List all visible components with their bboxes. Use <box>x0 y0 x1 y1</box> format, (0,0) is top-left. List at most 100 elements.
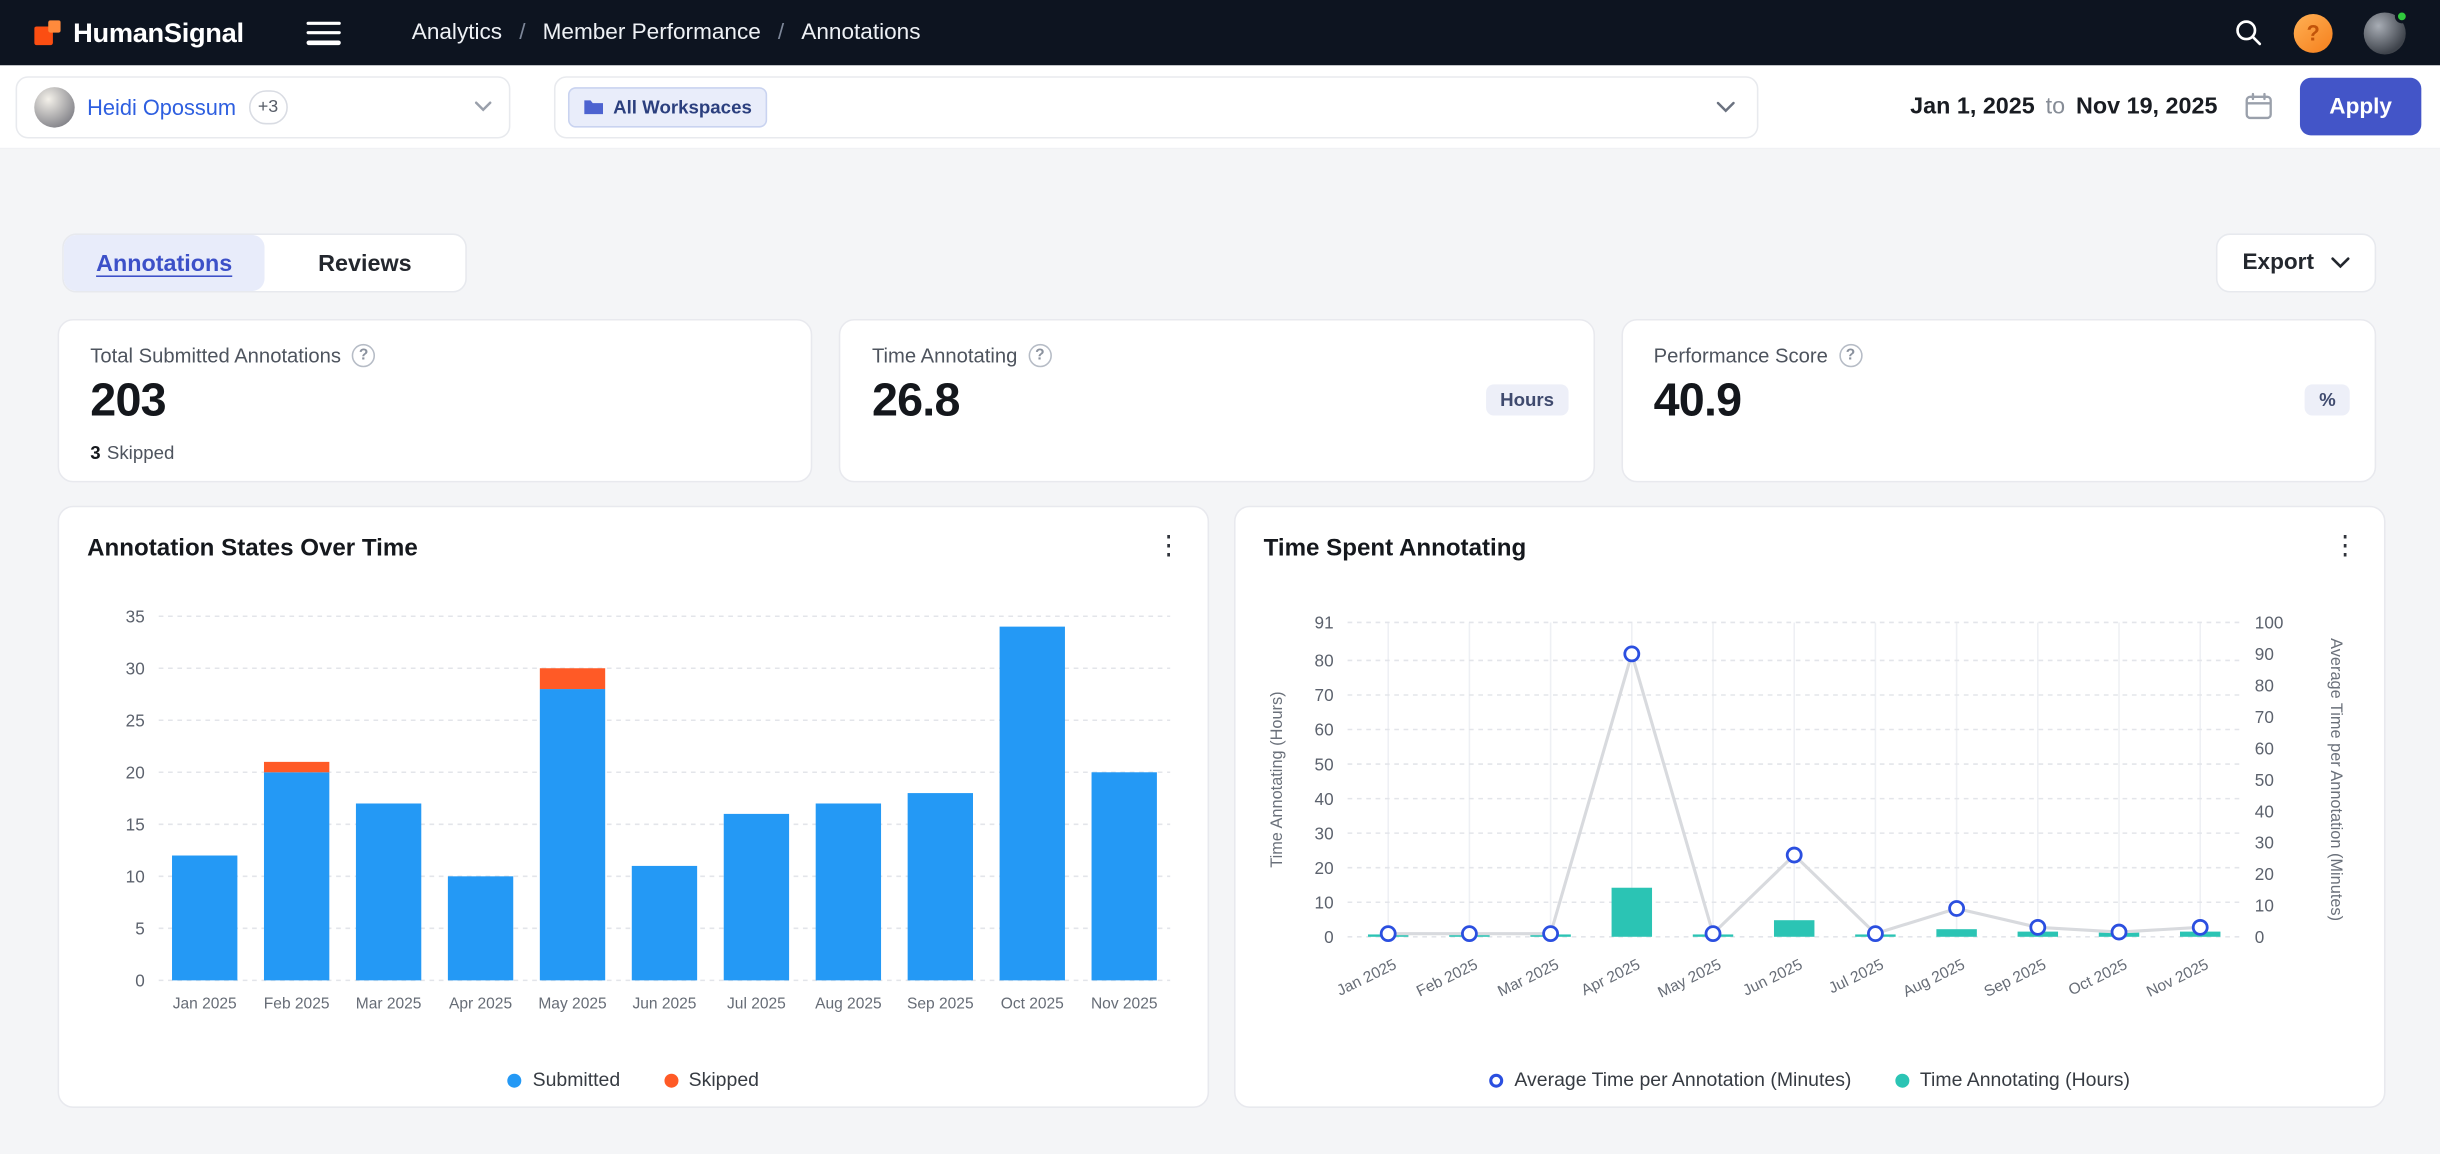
footnote-label: Skipped <box>107 442 174 464</box>
chevron-down-icon <box>2331 257 2350 269</box>
tab-reviews[interactable]: Reviews <box>265 235 466 291</box>
svg-text:30: 30 <box>2255 834 2274 853</box>
legend-label: Skipped <box>689 1069 759 1091</box>
main-content: Annotations Reviews Export Total Submitt… <box>0 149 2440 1154</box>
svg-text:10: 10 <box>1315 893 1334 912</box>
date-range-picker[interactable]: Jan 1, 2025 to Nov 19, 2025 <box>1910 93 2217 119</box>
legend-time-annotating[interactable]: Time Annotating (Hours) <box>1895 1069 2130 1091</box>
stat-label-text: Time Annotating <box>872 344 1017 367</box>
unit-badge: % <box>2305 384 2350 415</box>
footnote-value: 3 <box>90 442 100 464</box>
tab-annotations[interactable]: Annotations <box>64 235 265 291</box>
svg-text:35: 35 <box>126 607 145 626</box>
stat-card-time-annotating: Time Annotating ? 26.8 Hours <box>839 319 1594 482</box>
svg-text:Sep 2025: Sep 2025 <box>907 995 974 1012</box>
chevron-down-icon <box>475 101 492 112</box>
svg-text:0: 0 <box>2255 928 2265 947</box>
svg-text:Mar 2025: Mar 2025 <box>1495 956 1561 1000</box>
annotation-states-chart-card: Annotation States Over Time ⋮ 0510152025… <box>58 506 1210 1108</box>
svg-text:Sep 2025: Sep 2025 <box>1982 956 2049 1000</box>
svg-text:Average Time per Annotation (M: Average Time per Annotation (Minutes) <box>2327 638 2345 921</box>
svg-text:20: 20 <box>1315 859 1334 878</box>
toolbar-row: Annotations Reviews Export <box>62 233 2376 292</box>
kebab-menu-icon[interactable]: ⋮ <box>1148 526 1188 566</box>
breadcrumb-analytics[interactable]: Analytics <box>412 20 502 45</box>
stat-label: Time Annotating ? <box>872 344 1562 367</box>
apply-button[interactable]: Apply <box>2300 78 2421 136</box>
member-avatar <box>34 86 74 126</box>
svg-text:100: 100 <box>2255 614 2284 633</box>
legend-skipped[interactable]: Skipped <box>664 1069 759 1091</box>
time-spent-chart: 0102030405060708091010203040506070809010… <box>1264 601 2356 1002</box>
svg-text:60: 60 <box>2255 739 2274 758</box>
svg-text:70: 70 <box>1315 686 1334 705</box>
svg-text:Feb 2025: Feb 2025 <box>1414 956 1481 1000</box>
svg-text:15: 15 <box>126 816 145 835</box>
legend-label: Time Annotating (Hours) <box>1920 1069 2130 1091</box>
svg-text:0: 0 <box>1324 928 1334 947</box>
time-spent-chart-card: Time Spent Annotating ⋮ 0102030405060708… <box>1234 506 2386 1108</box>
hamburger-menu-icon[interactable] <box>306 21 340 44</box>
help-icon[interactable]: ? <box>352 344 375 367</box>
date-joiner: to <box>2046 93 2065 119</box>
svg-text:Aug 2025: Aug 2025 <box>1900 956 1967 1000</box>
calendar-icon[interactable] <box>2244 92 2274 122</box>
breadcrumb-member-performance[interactable]: Member Performance <box>543 20 761 45</box>
brand-logo[interactable]: HumanSignal <box>34 16 243 49</box>
svg-text:Oct 2025: Oct 2025 <box>1001 995 1064 1012</box>
kebab-menu-icon[interactable]: ⋮ <box>2325 526 2365 566</box>
svg-text:10: 10 <box>2255 897 2274 916</box>
svg-text:80: 80 <box>2255 677 2274 696</box>
chart-legend: Submitted Skipped <box>59 1069 1207 1091</box>
svg-text:Nov 2025: Nov 2025 <box>2144 956 2211 1000</box>
user-avatar[interactable] <box>2364 12 2406 54</box>
svg-text:May 2025: May 2025 <box>538 995 606 1012</box>
svg-text:91: 91 <box>1315 614 1334 633</box>
svg-text:May 2025: May 2025 <box>1655 956 1724 1001</box>
legend-label: Average Time per Annotation (Minutes) <box>1514 1069 1851 1091</box>
breadcrumb-separator: / <box>778 20 784 45</box>
search-icon[interactable] <box>2235 19 2263 47</box>
workspace-chip[interactable]: All Workspaces <box>568 86 767 126</box>
help-icon[interactable]: ? <box>1028 344 1051 367</box>
stat-label: Total Submitted Annotations ? <box>90 344 780 367</box>
export-button[interactable]: Export <box>2216 233 2376 292</box>
chart-title: Annotation States Over Time <box>87 535 1179 563</box>
date-end[interactable]: Nov 19, 2025 <box>2076 93 2217 119</box>
svg-text:Nov 2025: Nov 2025 <box>1091 995 1158 1012</box>
folder-icon <box>584 98 604 115</box>
filter-bar: Heidi Opossum +3 All Workspaces Jan 1, 2… <box>0 65 2440 149</box>
date-start[interactable]: Jan 1, 2025 <box>1910 93 2035 119</box>
svg-text:40: 40 <box>2255 802 2274 821</box>
unit-badge: Hours <box>1486 384 1568 415</box>
stat-value: 26.8 <box>872 375 1562 428</box>
svg-text:Apr 2025: Apr 2025 <box>1579 956 1643 999</box>
svg-text:30: 30 <box>126 659 145 678</box>
help-icon[interactable]: ? <box>1839 344 1862 367</box>
svg-text:40: 40 <box>1315 790 1334 809</box>
skipped-dot-icon <box>664 1073 678 1087</box>
svg-text:60: 60 <box>1315 721 1334 740</box>
more-members-badge: +3 <box>249 89 288 123</box>
legend-label: Submitted <box>533 1069 621 1091</box>
chart-legend: Average Time per Annotation (Minutes) Ti… <box>1236 1069 2384 1091</box>
svg-text:90: 90 <box>2255 645 2274 664</box>
help-icon[interactable]: ? <box>2294 13 2333 52</box>
svg-text:Aug 2025: Aug 2025 <box>815 995 882 1012</box>
workspace-select[interactable]: All Workspaces <box>554 75 1758 137</box>
breadcrumb-separator: / <box>519 20 525 45</box>
member-select[interactable]: Heidi Opossum +3 <box>16 75 511 137</box>
page: HumanSignal Analytics / Member Performan… <box>0 0 2440 1154</box>
workspace-chip-label: All Workspaces <box>613 96 752 118</box>
svg-text:20: 20 <box>126 764 145 783</box>
svg-text:Feb 2025: Feb 2025 <box>264 995 330 1012</box>
legend-average-time[interactable]: Average Time per Annotation (Minutes) <box>1490 1069 1852 1091</box>
stat-footnote: 3 Skipped <box>90 442 174 464</box>
legend-submitted[interactable]: Submitted <box>508 1069 620 1091</box>
average-time-ring-icon <box>1490 1073 1504 1087</box>
charts-row: Annotation States Over Time ⋮ 0510152025… <box>58 506 2377 1108</box>
svg-text:50: 50 <box>2255 771 2274 790</box>
stats-row: Total Submitted Annotations ? 203 3Skipp… <box>58 319 2377 482</box>
svg-text:25: 25 <box>126 711 145 730</box>
annotation-states-chart: 05101520253035Jan 2025Feb 2025Mar 2025Ap… <box>87 588 1179 1017</box>
